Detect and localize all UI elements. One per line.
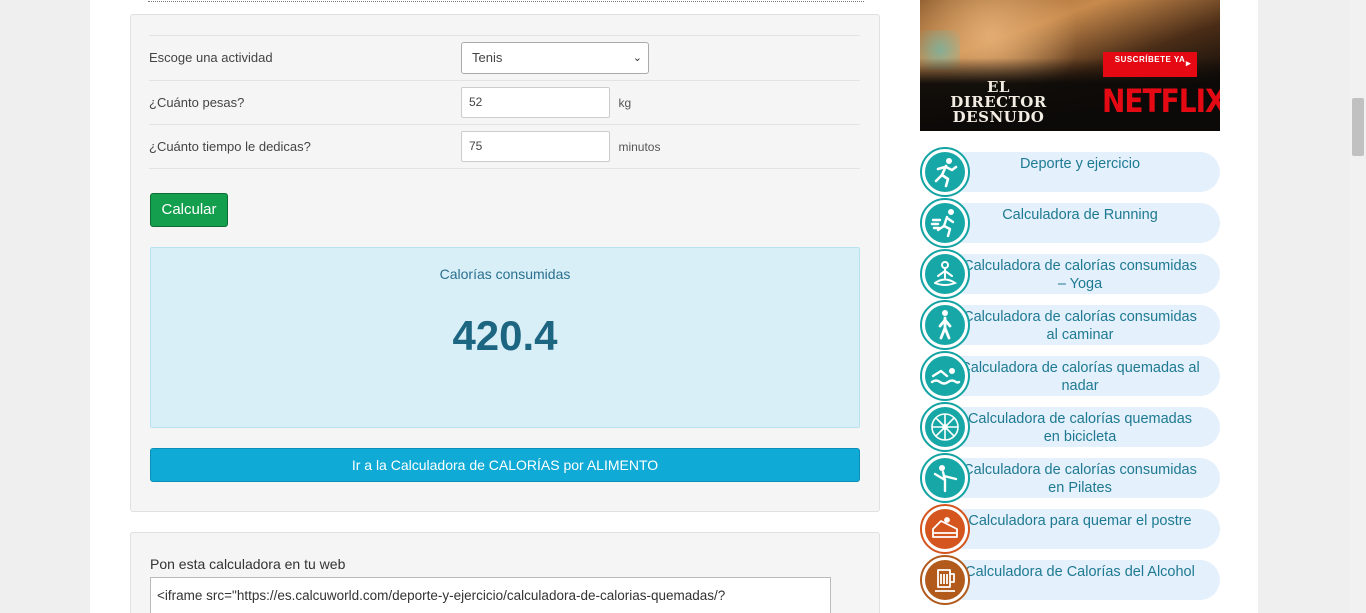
chevron-right-icon: ▸ (1185, 58, 1191, 68)
sidebar-icon-circle (920, 555, 970, 605)
runner-icon (934, 158, 958, 188)
sidebar-item-label: Calculadora de calorías quemadas en bici… (967, 411, 1193, 445)
sidebar-item-caminar[interactable]: Calculadora de calorías consumidas al ca… (920, 300, 1220, 350)
sidebar-icon-circle (920, 504, 970, 554)
sidebar-item-label: Calculadora para quemar el postre (968, 513, 1192, 529)
sidebar-item-postre[interactable]: Calculadora para quemar el postre (920, 504, 1220, 554)
scrollbar-track[interactable] (1349, 0, 1366, 613)
sidebar-icon-circle (920, 198, 970, 248)
walking-icon (938, 310, 952, 340)
sidebar-item-alcohol[interactable]: Calculadora de Calorías del Alcohol (920, 555, 1220, 605)
result-panel: Calorías consumidas 420.4 (150, 247, 860, 428)
sidebar-item-pilates[interactable]: Calculadora de calorías consumidas en Pi… (920, 453, 1220, 503)
activity-select-value: Tenis (472, 50, 503, 65)
sidebar-item-running[interactable]: Calculadora de Running (920, 198, 1220, 248)
embed-title: Pon esta calculadora en tu web (150, 556, 346, 572)
result-value: 420.4 (452, 312, 558, 359)
activity-label: Escoge una actividad (149, 50, 273, 65)
time-unit: minutos (618, 139, 661, 154)
embed-panel: Pon esta calculadora en tu web <iframe s… (130, 532, 880, 613)
food-calculator-button[interactable]: Ir a la Calculadora de CALORÍAS por ALIM… (150, 448, 860, 482)
sidebar-item-nadar[interactable]: Calculadora de calorías quemadas al nada… (920, 351, 1220, 401)
result-title: Calorías consumidas (439, 266, 571, 282)
sidebar-icon-circle (920, 453, 970, 503)
sidebar-item-label: Calculadora de calorías consumidas en Pi… (963, 462, 1197, 496)
time-label: ¿Cuánto tiempo le dedicas? (149, 139, 311, 154)
weight-row: ¿Cuánto pesas? 52 kg (149, 80, 860, 125)
time-row: ¿Cuánto tiempo le dedicas? 75 minutos (149, 124, 860, 169)
sidebar-icon-circle (920, 402, 970, 452)
weight-input[interactable]: 52 (461, 87, 610, 118)
time-input[interactable]: 75 (461, 131, 610, 162)
sidebar-item-label: Calculadora de Running (1002, 207, 1158, 223)
pilates-icon (933, 465, 958, 493)
bicycle-wheel-icon (931, 413, 959, 441)
yoga-icon (934, 261, 958, 286)
sidebar-item-label: Calculadora de calorías quemadas al nada… (960, 360, 1200, 394)
divider (148, 0, 864, 2)
swimming-icon (930, 368, 961, 385)
running-icon (930, 209, 955, 238)
sidebar-item-bicicleta[interactable]: Calculadora de calorías quemadas en bici… (920, 402, 1220, 452)
sidebar-icon-circle (920, 249, 970, 299)
activity-row: Escoge una actividad Tenis ⌄ (149, 35, 860, 80)
sidebar-icon-circle (920, 300, 970, 350)
ad-subscribe-button[interactable]: SUSCRÍBETE YA ▸ (1103, 52, 1197, 77)
cake-icon (932, 517, 958, 538)
sidebar-item-label: Calculadora de Calorías del Alcohol (965, 564, 1195, 580)
ad-subscribe-label: SUSCRÍBETE YA (1114, 55, 1186, 64)
activity-select[interactable]: Tenis ⌄ (461, 42, 649, 74)
netflix-logo: NETFLIX (1102, 82, 1220, 120)
advertisement-banner[interactable]: EL DIRECTOR DESNUDO SUSCRÍBETE YA ▸ NETF… (920, 0, 1220, 131)
embed-code-textarea[interactable]: <iframe src="https://es.calcuworld.com/d… (150, 577, 831, 613)
divider (149, 168, 860, 169)
calculator-panel: Escoge una actividad Tenis ⌄ ¿Cuánto pes… (130, 14, 880, 512)
chevron-down-icon: ⌄ (632, 52, 642, 64)
scrollbar-thumb[interactable] (1352, 98, 1364, 156)
calculate-button[interactable]: Calcular (150, 193, 228, 227)
weight-label: ¿Cuánto pesas? (149, 95, 245, 110)
sidebar-icon-circle (920, 147, 970, 197)
sidebar-icon-circle (920, 351, 970, 401)
sidebar-item-label: Calculadora de calorías consumidas – Yog… (963, 258, 1197, 292)
sidebar-item-label: Calculadora de calorías consumidas al ca… (963, 309, 1197, 343)
sidebar-item-label: Deporte y ejercicio (1019, 156, 1141, 172)
ad-title: EL DIRECTOR DESNUDO (950, 78, 1047, 126)
sidebar-item-deporte[interactable]: Deporte y ejercicio (920, 147, 1220, 197)
weight-unit: kg (618, 95, 632, 110)
beer-mug-icon (935, 569, 955, 592)
sidebar-item-yoga[interactable]: Calculadora de calorías consumidas – Yog… (920, 249, 1220, 299)
